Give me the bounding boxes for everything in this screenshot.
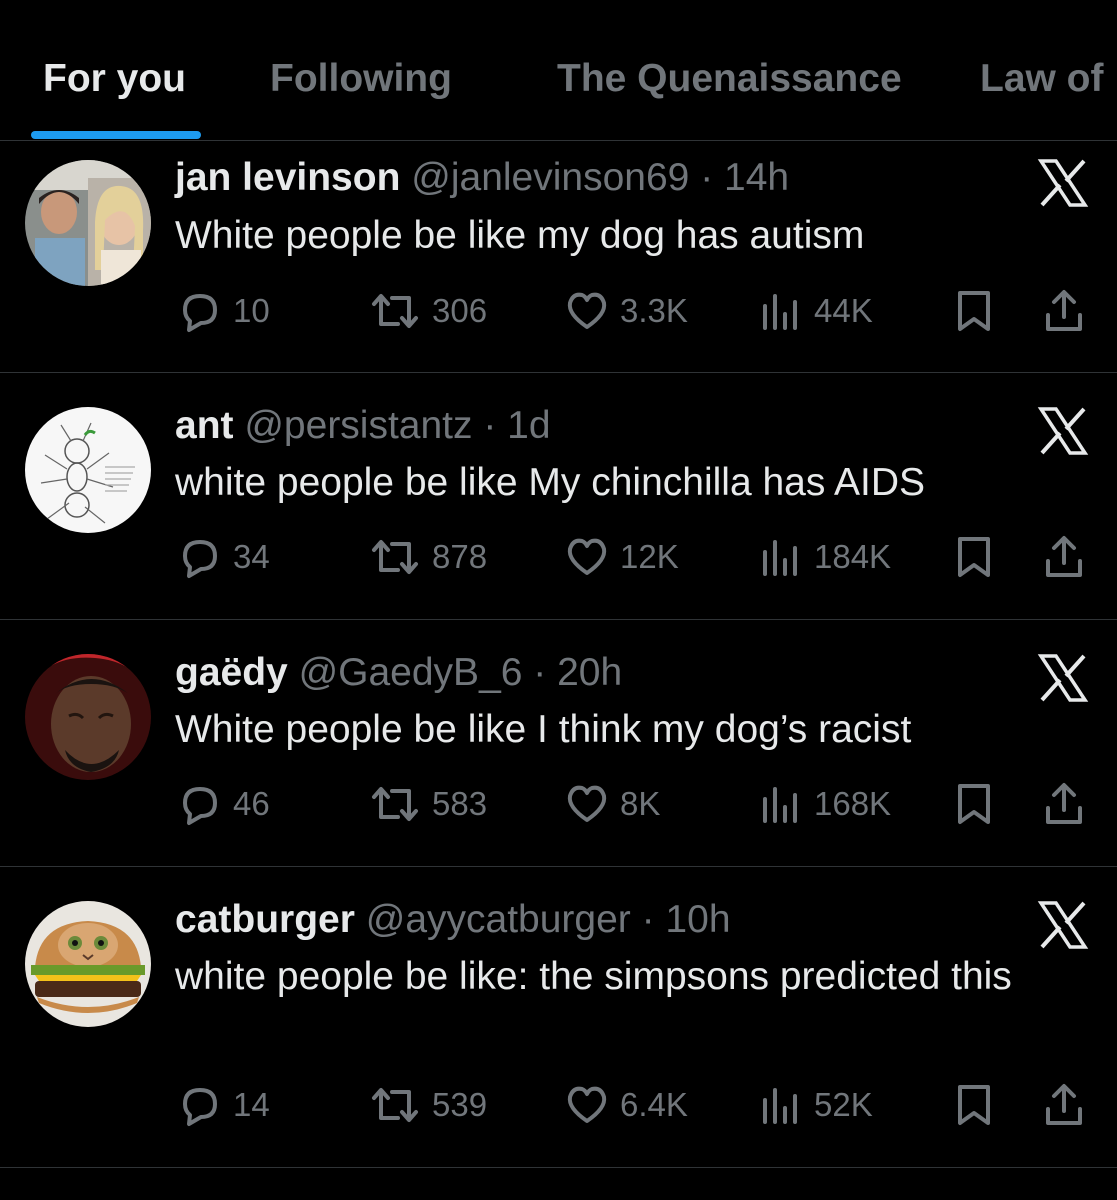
author-handle-time[interactable]: @GaedyB_6 · 20h	[299, 651, 623, 694]
post-text: white people be like My chinchilla has A…	[175, 461, 926, 504]
speech-bubble-icon	[183, 540, 217, 578]
bar-chart-icon	[763, 1088, 797, 1124]
share-button[interactable]	[1040, 1081, 1088, 1134]
speech-bubble-icon	[183, 294, 217, 332]
post[interactable]: ant @persistantz · 1d white people be li…	[0, 373, 1117, 620]
share-upload-icon	[1046, 783, 1082, 824]
view-count: 52K	[814, 1086, 873, 1123]
repost-button[interactable]: 878	[368, 533, 487, 581]
author-name[interactable]: catburger	[175, 898, 355, 941]
like-button[interactable]: 12K	[564, 533, 679, 581]
view-count: 44K	[814, 292, 873, 329]
avatar[interactable]	[25, 407, 151, 533]
like-count: 3.3K	[620, 292, 688, 329]
reply-count: 34	[233, 538, 270, 575]
repost-arrows-icon	[372, 540, 418, 574]
post-text: White people be like I think my dog’s ra…	[175, 708, 912, 751]
avatar[interactable]	[25, 160, 151, 286]
bookmark-button[interactable]	[952, 287, 996, 340]
reply-button[interactable]: 10	[177, 287, 270, 335]
post-text: White people be like my dog has autism	[175, 214, 865, 257]
x-logo-icon	[1037, 899, 1089, 951]
bookmark-button[interactable]	[952, 1081, 996, 1134]
repost-count: 878	[432, 538, 488, 575]
author-name[interactable]: ant	[175, 404, 234, 447]
like-button[interactable]: 6.4K	[564, 1081, 688, 1129]
bar-chart-icon	[763, 294, 797, 330]
repost-count: 306	[432, 292, 488, 329]
heart-icon	[567, 785, 607, 822]
like-button[interactable]: 3.3K	[564, 287, 688, 335]
author-handle-time[interactable]: @ayycatburger · 10h	[366, 898, 731, 941]
reply-button[interactable]: 14	[177, 1081, 270, 1129]
repost-count: 583	[432, 785, 488, 822]
speech-bubble-icon	[183, 1088, 217, 1126]
reply-count: 14	[233, 1086, 270, 1123]
x-logo-icon	[1037, 652, 1089, 704]
post[interactable]: gaëdy @GaedyB_6 · 20h White people be li…	[0, 620, 1117, 867]
share-upload-icon	[1046, 536, 1082, 577]
repost-arrows-icon	[372, 1088, 418, 1122]
view-count: 184K	[814, 538, 892, 575]
like-count: 6.4K	[620, 1086, 688, 1123]
bar-chart-icon	[763, 540, 797, 576]
views-button[interactable]: 44K	[760, 287, 873, 335]
like-button[interactable]: 8K	[564, 780, 660, 828]
avatar[interactable]	[25, 654, 151, 780]
heart-icon	[567, 292, 607, 329]
heart-icon	[567, 538, 607, 575]
share-button[interactable]	[1040, 287, 1088, 340]
heart-icon	[567, 1086, 607, 1123]
views-button[interactable]: 184K	[760, 533, 891, 581]
like-count: 8K	[620, 785, 661, 822]
reply-button[interactable]: 34	[177, 533, 270, 581]
bookmark-button[interactable]	[952, 533, 996, 586]
bar-chart-icon	[763, 787, 797, 823]
bookmark-icon	[958, 784, 990, 824]
timeline-tabs: For you Following The Quenaissance Law o…	[0, 0, 1117, 141]
repost-arrows-icon	[372, 787, 418, 821]
tab-the-quenaissance[interactable]: The Quenaissance	[557, 56, 902, 102]
author-name[interactable]: gaëdy	[175, 651, 288, 694]
share-upload-icon	[1046, 1084, 1082, 1125]
repost-button[interactable]: 583	[368, 780, 487, 828]
speech-bubble-icon	[183, 787, 217, 825]
repost-count: 539	[432, 1086, 488, 1123]
active-tab-indicator	[31, 131, 201, 139]
repost-arrows-icon	[372, 294, 418, 328]
x-logo-icon	[1037, 157, 1089, 209]
author-handle-time[interactable]: @persistantz · 1d	[244, 404, 550, 447]
view-count: 168K	[814, 785, 892, 822]
post[interactable]: catburger @ayycatburger · 10h white peop…	[0, 867, 1117, 1168]
like-count: 12K	[620, 538, 679, 575]
bookmark-icon	[958, 1085, 990, 1125]
post-actions: 34 878 12K 184K	[0, 533, 1117, 581]
reply-button[interactable]: 46	[177, 780, 270, 828]
reply-count: 10	[233, 292, 270, 329]
x-logo-icon	[1037, 405, 1089, 457]
share-upload-icon	[1046, 290, 1082, 331]
share-button[interactable]	[1040, 780, 1088, 833]
author-handle-time[interactable]: @janlevinson69 · 14h	[411, 156, 789, 199]
author-name[interactable]: jan levinson	[175, 156, 400, 199]
views-button[interactable]: 168K	[760, 780, 891, 828]
tab-law-of[interactable]: Law of	[980, 56, 1104, 102]
bookmark-icon	[958, 291, 990, 331]
repost-button[interactable]: 306	[368, 287, 487, 335]
post[interactable]: jan levinson @janlevinson69 · 14h White …	[0, 141, 1117, 373]
avatar[interactable]	[25, 901, 151, 1027]
bookmark-icon	[958, 537, 990, 577]
post-actions: 14 539 6.4K 52K	[0, 1081, 1117, 1129]
reply-count: 46	[233, 785, 270, 822]
share-button[interactable]	[1040, 533, 1088, 586]
tab-for-you[interactable]: For you	[43, 56, 186, 102]
post-actions: 10 306 3.3K 44K	[0, 287, 1117, 335]
post-actions: 46 583 8K 168K	[0, 780, 1117, 828]
views-button[interactable]: 52K	[760, 1081, 873, 1129]
repost-button[interactable]: 539	[368, 1081, 487, 1129]
tab-following[interactable]: Following	[270, 56, 452, 102]
bookmark-button[interactable]	[952, 780, 996, 833]
post-text: white people be like: the simpsons predi…	[175, 955, 1012, 998]
